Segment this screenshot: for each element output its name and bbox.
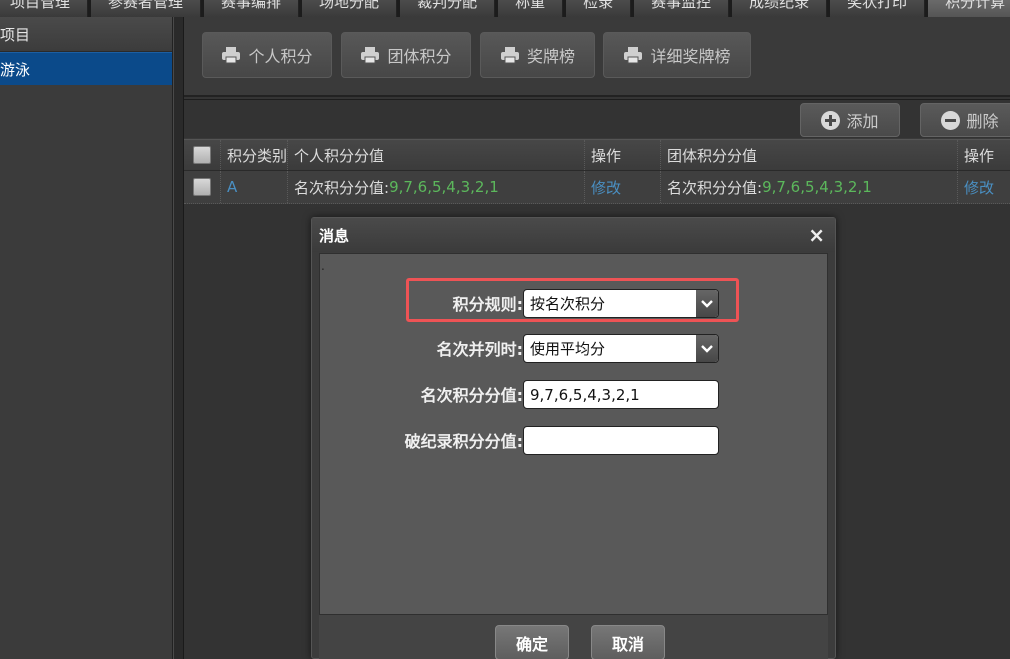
tab-project-management[interactable]: 项目管理 <box>0 0 89 17</box>
col-personal-points[interactable]: 个人积分分值 <box>288 140 585 170</box>
add-button[interactable]: 添加 <box>800 103 900 137</box>
detailed-medal-table-button[interactable]: 详细奖牌榜 <box>603 32 751 78</box>
minus-circle-icon <box>941 110 961 130</box>
tab-results[interactable]: 成绩纪录 <box>732 0 828 17</box>
personal-points-button[interactable]: 个人积分 <box>202 32 332 78</box>
team-edit-link[interactable]: 修改 <box>958 171 1010 203</box>
tab-certificate[interactable]: 奖状打印 <box>830 0 926 17</box>
col-category[interactable]: 积分类别 <box>221 140 288 170</box>
col-personal-action[interactable]: 操作 <box>585 140 661 170</box>
table-header: 积分类别 个人积分分值 操作 团体积分分值 操作 <box>184 139 1010 171</box>
dialog-footer: 确定 取消 <box>319 615 828 659</box>
ok-button[interactable]: 确定 <box>495 625 569 659</box>
tab-referee[interactable]: 裁判分配 <box>400 0 496 17</box>
record-points-label: 破纪录积分分值: <box>404 432 523 451</box>
record-points-row: 破纪录积分分值: <box>320 424 829 456</box>
personal-edit-link[interactable]: 修改 <box>585 171 661 203</box>
grid-toolbar: 添加 删除 <box>184 100 1010 138</box>
tab-monitoring[interactable]: 赛事监控 <box>634 0 730 17</box>
sidebar-item-label: 游泳 <box>0 60 31 79</box>
row-category[interactable]: A <box>221 171 288 203</box>
header-checkbox-cell <box>184 140 221 170</box>
tab-checkin[interactable]: 检录 <box>566 0 632 17</box>
dot-mark: . <box>321 259 325 273</box>
printer-icon <box>222 47 241 64</box>
cancel-button[interactable]: 取消 <box>591 625 665 659</box>
select-all-checkbox[interactable] <box>193 146 211 164</box>
row-personal-points: 名次积分分值: 9,7,6,5,4,3,2,1 <box>288 171 585 203</box>
dialog-header: 消息 <box>312 218 835 252</box>
rank-points-row: 名次积分分值: 9,7,6,5,4,3,2,1 <box>320 378 829 410</box>
col-team-points[interactable]: 团体积分分值 <box>661 140 958 170</box>
tie-rank-row: 名次并列时: 使用平均分 <box>320 332 829 364</box>
splitter[interactable] <box>173 17 184 659</box>
plus-circle-icon <box>821 110 841 130</box>
table-row[interactable]: A 名次积分分值: 9,7,6,5,4,3,2,1 修改 名次积分分值: 9,7… <box>184 171 1010 204</box>
rank-points-label: 名次积分分值: <box>420 386 523 405</box>
printer-icon <box>624 47 643 64</box>
sidebar-item-swimming[interactable]: 游泳 <box>0 52 172 85</box>
medal-table-button[interactable]: 奖牌榜 <box>480 32 595 78</box>
highlight-box <box>406 278 739 322</box>
row-checkbox-cell <box>184 171 221 203</box>
row-team-points: 名次积分分值: 9,7,6,5,4,3,2,1 <box>661 171 958 203</box>
toolbar: 个人积分 团体积分 奖牌榜 详细奖牌榜 <box>184 17 1010 97</box>
row-checkbox[interactable] <box>193 178 211 196</box>
printer-icon <box>361 47 380 64</box>
dialog-title: 消息 <box>319 226 350 245</box>
tab-points[interactable]: 积分计算 <box>928 0 1010 17</box>
tie-rank-select[interactable]: 使用平均分 <box>523 334 719 363</box>
top-nav: 项目管理 参赛者管理 赛事编排 场地分配 裁判分配 称重 检录 赛事监控 成绩纪… <box>0 0 1010 17</box>
delete-button[interactable]: 删除 <box>920 103 1010 137</box>
team-points-button[interactable]: 团体积分 <box>341 32 471 78</box>
col-team-action[interactable]: 操作 <box>958 140 1010 170</box>
tab-scheduling[interactable]: 赛事编排 <box>204 0 300 17</box>
tab-weighing[interactable]: 称重 <box>498 0 564 17</box>
chevron-down-icon[interactable] <box>696 335 718 362</box>
record-points-input[interactable] <box>523 426 719 455</box>
tab-venue[interactable]: 场地分配 <box>302 0 398 17</box>
sidebar-header: 项目 <box>0 17 172 52</box>
sidebar: 项目 游泳 <box>0 17 173 659</box>
rank-points-input[interactable]: 9,7,6,5,4,3,2,1 <box>523 380 719 409</box>
printer-icon <box>500 47 519 64</box>
close-icon[interactable]: × <box>808 223 825 247</box>
tab-participant-management[interactable]: 参赛者管理 <box>91 0 202 17</box>
tie-rank-label: 名次并列时: <box>436 340 523 359</box>
